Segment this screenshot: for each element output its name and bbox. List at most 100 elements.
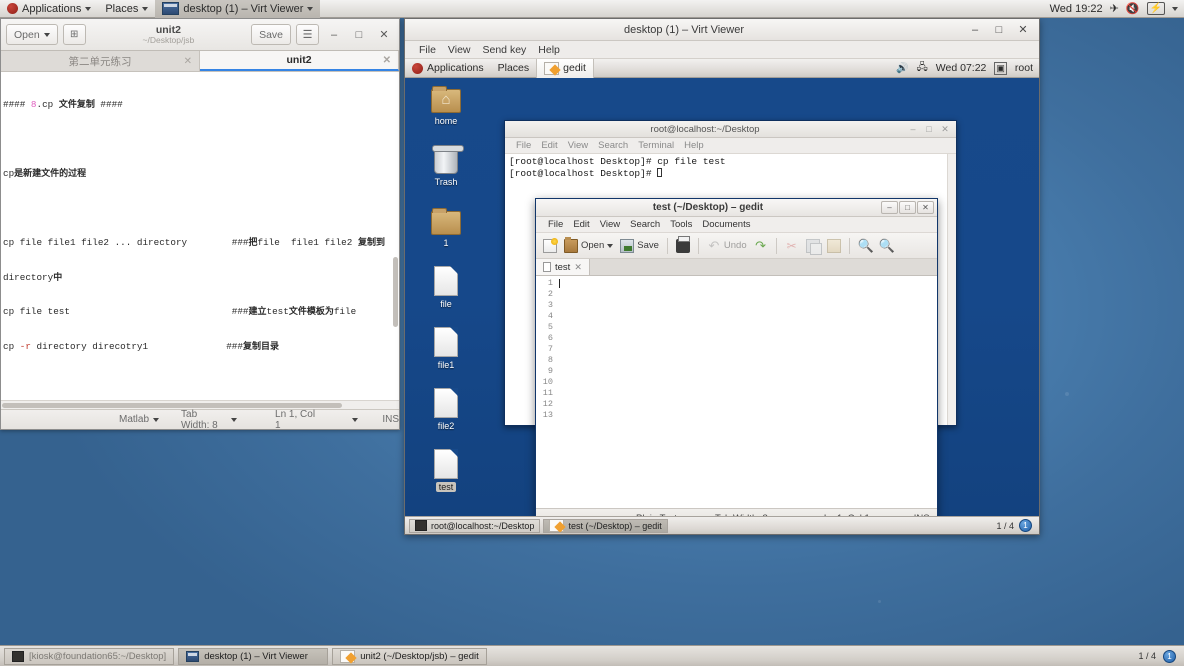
close-icon[interactable]: ✕ xyxy=(383,55,391,66)
airplane-mode-icon[interactable]: ✈ xyxy=(1110,2,1119,15)
close-button[interactable]: ✕ xyxy=(1011,20,1035,40)
minimize-button[interactable]: – xyxy=(881,201,898,214)
undo-button[interactable]: ↶ Undo xyxy=(705,238,749,254)
guest-screen[interactable]: Applications Places gedit 🔊 🖧 Wed 07:22 … xyxy=(405,59,1039,534)
close-button[interactable]: ✕ xyxy=(937,124,953,135)
menu-file[interactable]: File xyxy=(543,219,568,230)
menu-view[interactable]: View xyxy=(563,140,593,151)
new-tab-button[interactable]: ⊞ xyxy=(62,24,86,45)
close-icon[interactable]: ✕ xyxy=(574,262,582,273)
guest-task-gedit[interactable]: test (~/Desktop) – gedit xyxy=(543,518,668,533)
menu-help[interactable]: Help xyxy=(679,140,709,151)
print-button[interactable] xyxy=(674,235,692,254)
guest-user-label[interactable]: root xyxy=(1015,62,1033,74)
guest-applications-menu[interactable]: Applications xyxy=(405,59,491,78)
hamburger-menu-button[interactable]: ☰ xyxy=(296,24,319,45)
host-workspace-pager[interactable]: 1 / 4 xyxy=(1138,651,1156,661)
close-button[interactable]: ✕ xyxy=(917,201,934,214)
minimize-button[interactable]: – xyxy=(324,24,344,46)
guest-workspace-pager[interactable]: 1 / 4 xyxy=(996,521,1014,531)
host-task-terminal[interactable]: [kiosk@foundation65:~/Desktop] xyxy=(4,647,175,665)
tab-unit1-exercise[interactable]: 第二单元练习 ✕ xyxy=(1,51,200,71)
find-replace-button[interactable]: 🔍 xyxy=(877,238,895,254)
guest-gedit-window[interactable]: test (~/Desktop) – gedit – □ ✕ File Edit… xyxy=(535,198,938,528)
desktop-icon-file[interactable]: file xyxy=(413,264,479,309)
menu-send-key[interactable]: Send key xyxy=(477,44,533,56)
network-disconnected-icon[interactable]: 🖧 xyxy=(917,60,928,77)
terminal-scrollbar[interactable] xyxy=(947,154,956,425)
maximize-button[interactable]: □ xyxy=(987,20,1011,40)
virt-viewer-window[interactable]: desktop (1) – Virt Viewer – □ ✕ File Vie… xyxy=(404,18,1040,535)
desktop-icon-trash[interactable]: Trash xyxy=(413,142,479,187)
desktop-icon-1[interactable]: 1 xyxy=(413,203,479,248)
tab-unit2[interactable]: unit2 ✕ xyxy=(200,51,399,71)
language-selector[interactable]: Matlab xyxy=(119,414,160,425)
maximize-button[interactable]: □ xyxy=(921,124,937,135)
guest-places-menu[interactable]: Places xyxy=(491,59,537,78)
cut-button[interactable]: ✂ xyxy=(783,238,801,254)
volume-muted-icon[interactable]: 🔇 xyxy=(1126,2,1140,15)
horizontal-scrollbar[interactable] xyxy=(1,400,399,409)
open-button[interactable]: Open xyxy=(6,24,58,45)
copy-button[interactable] xyxy=(804,238,822,255)
chevron-down-icon xyxy=(231,417,238,422)
maximize-button[interactable]: □ xyxy=(899,201,916,214)
tab-test[interactable]: test ✕ xyxy=(536,259,590,275)
open-button[interactable]: Open xyxy=(562,236,615,254)
find-button[interactable]: 🔍 xyxy=(856,238,874,254)
scrollbar-thumb[interactable] xyxy=(2,403,342,408)
close-icon[interactable]: ✕ xyxy=(184,56,192,67)
close-button[interactable]: ✕ xyxy=(374,24,394,46)
save-button[interactable]: Save xyxy=(251,24,291,45)
terminal-window-controls: – □ ✕ xyxy=(905,124,956,135)
tab-width-selector[interactable]: Tab Width: 8 xyxy=(181,409,238,431)
chevron-down-icon[interactable] xyxy=(1172,6,1178,11)
host-places-menu[interactable]: Places xyxy=(98,0,155,18)
menu-edit[interactable]: Edit xyxy=(536,140,562,151)
menu-search[interactable]: Search xyxy=(593,140,633,151)
menu-tools[interactable]: Tools xyxy=(665,219,697,230)
menu-terminal[interactable]: Terminal xyxy=(633,140,679,151)
desktop-icon-test[interactable]: test xyxy=(413,447,479,493)
host-workspace-badge[interactable]: 1 xyxy=(1163,649,1176,663)
host-gedit-text-area[interactable]: #### 8.cp 文件复制 #### cp是新建文件的过程 cp file f… xyxy=(1,72,399,409)
chevron-down-icon[interactable] xyxy=(352,417,359,422)
new-document-button[interactable] xyxy=(541,237,559,254)
minimize-button[interactable]: – xyxy=(905,124,921,135)
desktop-icon-label: Trash xyxy=(434,177,458,187)
guest-task-terminal[interactable]: root@localhost:~/Desktop xyxy=(409,518,541,533)
guest-gedit-text-area[interactable]: 1 2 3 4 5 6 7 8 9 10 11 12 13 xyxy=(536,276,937,508)
save-icon xyxy=(620,238,635,253)
guest-gedit-content[interactable] xyxy=(556,276,937,508)
guest-clock[interactable]: Wed 07:22 xyxy=(936,62,987,74)
host-clock[interactable]: Wed 19:22 xyxy=(1050,3,1103,15)
host-active-window-menu[interactable]: desktop (1) – Virt Viewer xyxy=(155,0,321,18)
host-gedit-window[interactable]: Open ⊞ unit2 ~/Desktop/jsb Save ☰ – □ ✕ … xyxy=(0,18,400,431)
paste-button[interactable] xyxy=(825,238,843,254)
volume-icon[interactable]: 🔊 xyxy=(896,63,908,74)
menu-view[interactable]: View xyxy=(595,219,625,230)
menu-file[interactable]: File xyxy=(511,140,536,151)
desktop-icon-home[interactable]: home xyxy=(413,81,479,126)
menu-documents[interactable]: Documents xyxy=(697,219,755,230)
menu-view[interactable]: View xyxy=(442,44,477,56)
guest-active-app[interactable]: gedit xyxy=(536,59,594,78)
host-applications-menu[interactable]: Applications xyxy=(0,0,98,18)
maximize-button[interactable]: □ xyxy=(349,24,369,46)
scrollbar-thumb[interactable] xyxy=(393,257,398,327)
battery-icon[interactable]: ⚡ xyxy=(1146,2,1165,15)
minimize-button[interactable]: – xyxy=(963,20,987,40)
guest-workspace-badge[interactable]: 1 xyxy=(1019,519,1032,532)
vertical-scrollbar[interactable] xyxy=(392,72,399,409)
terminal-icon xyxy=(415,520,427,531)
menu-edit[interactable]: Edit xyxy=(568,219,594,230)
save-button[interactable]: Save xyxy=(618,238,661,254)
menu-help[interactable]: Help xyxy=(532,44,566,56)
menu-search[interactable]: Search xyxy=(625,219,665,230)
menu-file[interactable]: File xyxy=(413,44,442,56)
host-task-gedit[interactable]: unit2 (~/Desktop/jsb) – gedit xyxy=(332,647,487,665)
host-task-virt-viewer[interactable]: desktop (1) – Virt Viewer xyxy=(178,647,329,665)
desktop-icon-file1[interactable]: file1 xyxy=(413,325,479,370)
desktop-icon-file2[interactable]: file2 xyxy=(413,386,479,431)
redo-button[interactable]: ↷ xyxy=(752,238,770,254)
